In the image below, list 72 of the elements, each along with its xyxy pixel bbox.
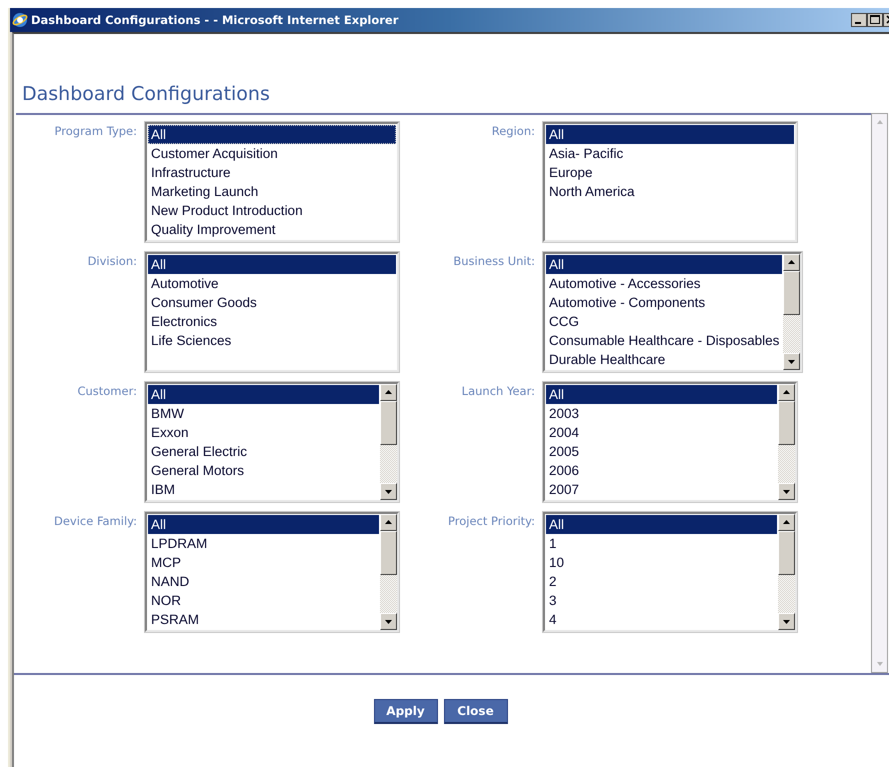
action-button[interactable]: Close: [444, 699, 508, 724]
list-option[interactable]: 2005: [546, 442, 777, 461]
list-option[interactable]: 1: [546, 534, 777, 553]
list-option[interactable]: All: [546, 515, 777, 534]
action-button[interactable]: Apply: [374, 699, 438, 724]
list-option[interactable]: Consumable Healthcare - Disposables: [546, 331, 782, 350]
list-option[interactable]: 2003: [546, 404, 777, 423]
list-option[interactable]: Customer Acquisition: [148, 144, 396, 163]
list-option[interactable]: All: [148, 125, 396, 144]
list-option[interactable]: All: [148, 255, 396, 274]
page-heading: Dashboard Configurations: [22, 82, 271, 106]
list-option[interactable]: Automotive - Components: [546, 293, 782, 312]
field-label: Business Unit:: [452, 253, 535, 270]
list-option[interactable]: All: [148, 385, 379, 404]
list-option[interactable]: General Electric: [148, 442, 379, 461]
field-label: Device Family:: [52, 513, 137, 530]
scrollbar[interactable]: [380, 514, 397, 630]
list-box[interactable]: All 1 10 2 3 4: [543, 512, 797, 632]
list-option[interactable]: Quality Improvement: [148, 220, 396, 239]
field-label: Program Type:: [54, 123, 137, 140]
list-option[interactable]: New Product Introduction: [148, 201, 396, 220]
window-title: Dashboard Configurations - - Microsoft Internet Explorer: [31, 13, 400, 27]
list-option[interactable]: Automotive: [148, 274, 396, 293]
list-option[interactable]: North America: [546, 182, 794, 201]
list-box[interactable]: All LPDRAM MCP NAND NOR PSRAM: [145, 512, 399, 632]
list-option[interactable]: Marketing Launch: [148, 182, 396, 201]
list-box[interactable]: All Automotive Consumer Goods Electronics Life Sciences: [145, 252, 399, 372]
list-box[interactable]: All Customer Acquisition Infrastructure Marketing Launch New Product Introduction Quality Improvement: [145, 122, 399, 242]
list-option[interactable]: General Motors: [148, 461, 379, 480]
list-option[interactable]: IBM: [148, 480, 379, 499]
list-option[interactable]: Durable Healthcare: [546, 350, 782, 369]
list-option[interactable]: Europe: [546, 163, 794, 182]
list-option[interactable]: Exxon: [148, 423, 379, 442]
list-option[interactable]: All: [546, 125, 794, 144]
list-option[interactable]: All: [546, 255, 782, 274]
list-option[interactable]: Infrastructure: [148, 163, 396, 182]
list-option[interactable]: Electronics: [148, 312, 396, 331]
list-box[interactable]: All BMW Exxon General Electric General Motors IBM: [145, 382, 399, 502]
field-label: Division:: [86, 253, 137, 270]
scrollbar[interactable]: [778, 384, 795, 500]
app-icon: [12, 12, 28, 28]
list-option[interactable]: LPDRAM: [148, 534, 379, 553]
list-option[interactable]: NOR: [148, 591, 379, 610]
field-label: Launch Year:: [460, 383, 535, 400]
list-option[interactable]: 4: [546, 610, 777, 629]
scrollbar[interactable]: [380, 384, 397, 500]
field-label: Customer:: [76, 383, 137, 400]
minimize-icon[interactable]: [851, 13, 867, 27]
field-label: Region:: [490, 123, 535, 140]
list-option[interactable]: All: [546, 385, 777, 404]
list-option[interactable]: BMW: [148, 404, 379, 423]
list-option[interactable]: Consumer Goods: [148, 293, 396, 312]
list-option[interactable]: All: [148, 515, 379, 534]
list-option[interactable]: MCP: [148, 553, 379, 572]
field-label: Project Priority:: [447, 513, 535, 530]
list-option[interactable]: Life Sciences: [148, 331, 396, 350]
list-option[interactable]: 2: [546, 572, 777, 591]
list-box[interactable]: All 2003 2004 2005 2006 2007: [543, 382, 797, 502]
list-option[interactable]: Asia- Pacific: [546, 144, 794, 163]
list-option[interactable]: Automotive - Accessories: [546, 274, 782, 293]
list-option[interactable]: NAND: [148, 572, 379, 591]
list-option[interactable]: CCG: [546, 312, 782, 331]
list-option[interactable]: 2006: [546, 461, 777, 480]
list-option[interactable]: 2007: [546, 480, 777, 499]
list-box[interactable]: All Automotive - Accessories Automotive - Components CCG Consumable Healthcare - Disposables Durable Healthcare: [543, 252, 802, 372]
scrollbar[interactable]: [778, 514, 795, 630]
list-option[interactable]: 2004: [546, 423, 777, 442]
list-box[interactable]: All Asia- Pacific Europe North America: [543, 122, 797, 242]
list-option[interactable]: PSRAM: [148, 610, 379, 629]
list-option[interactable]: 10: [546, 553, 777, 572]
list-option[interactable]: 3: [546, 591, 777, 610]
scrollbar[interactable]: [783, 254, 800, 370]
